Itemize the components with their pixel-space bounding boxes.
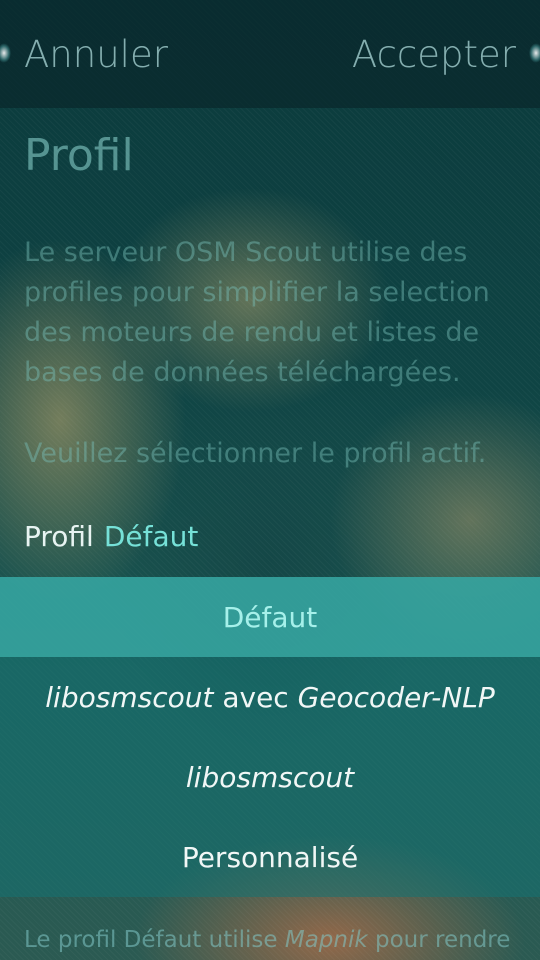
instruction-text: Veuillez sélectionner le profil actif. (24, 438, 487, 469)
explanation-part: pour rendre (367, 927, 511, 953)
accept-button[interactable]: Accepter (352, 32, 516, 78)
profile-explanation-text: Le profil Défaut utilise Mapnik pour ren… (24, 922, 510, 958)
page-title: Profil (24, 130, 134, 181)
menu-item-label-part: libosmscout (45, 680, 214, 714)
accept-glow-indicator (526, 38, 540, 68)
explanation-part: Mapnik (284, 927, 368, 953)
menu-item-label-part: avec (213, 680, 298, 714)
menu-item-libosmscout[interactable]: libosmscout (0, 737, 540, 817)
description-text: Le serveur OSM Scout utilise des profile… (24, 237, 490, 388)
menu-item-default[interactable]: Défaut (0, 577, 540, 657)
menu-item-label-part: Geocoder-NLP (297, 680, 495, 714)
menu-item-label: libosmscout (185, 760, 355, 794)
menu-item-libosmscout-geocoder[interactable]: libosmscout avec Geocoder-NLP (0, 657, 540, 737)
profile-menu: Défaut libosmscout avec Geocoder-NLP lib… (0, 577, 540, 897)
dialog-header: Annuler Accepter (0, 0, 540, 108)
cancel-button[interactable]: Annuler (24, 32, 168, 78)
menu-item-custom[interactable]: Personnalisé (0, 817, 540, 897)
menu-item-label: Défaut (222, 600, 318, 634)
combobox-value: Défaut (103, 520, 199, 553)
menu-item-label: Personnalisé (181, 840, 359, 874)
combobox-label: Profil (24, 520, 94, 553)
profile-combobox[interactable]: Profil Défaut (24, 517, 198, 557)
explanation-part: Le profil Défaut utilise (24, 927, 285, 953)
cancel-glow-indicator (0, 38, 14, 68)
